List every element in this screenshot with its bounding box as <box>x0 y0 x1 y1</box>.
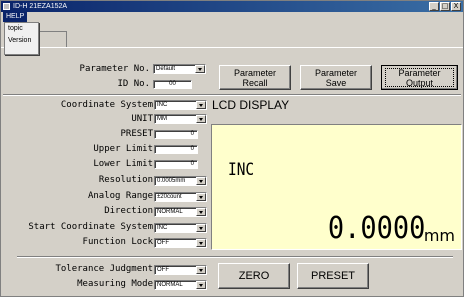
title-bar[interactable]: ID-H 21EZA152A _ □ X <box>1 1 463 12</box>
tolerance-judgment-label: Tolerance Judgment <box>55 264 153 274</box>
coordinate-system-value: INC <box>157 102 168 108</box>
lcd-unit-readout: mm <box>423 226 455 245</box>
app-icon <box>3 3 10 10</box>
tolerance-judgment-select[interactable]: OFF <box>154 265 207 275</box>
lower-limit-label: Lower Limit <box>93 159 153 169</box>
upper-limit-label: Upper Limit <box>93 144 153 154</box>
parameter-no-select[interactable]: Default <box>153 64 206 74</box>
upper-limit-field[interactable]: 0 <box>154 145 198 154</box>
help-dropdown-menu: topic Version <box>4 22 39 55</box>
direction-value: NORMAL <box>157 209 183 215</box>
parameter-recall-button[interactable]: Parameter Recall <box>219 65 291 90</box>
direction-label: Direction <box>104 206 153 216</box>
maximize-button[interactable]: □ <box>440 2 450 11</box>
tolerance-judgment-value: OFF <box>157 267 169 273</box>
lcd-display: INC 0.0000 mm <box>211 124 462 250</box>
menu-item-topic[interactable]: topic <box>5 23 38 35</box>
separator-top <box>3 94 461 96</box>
chevron-down-icon[interactable] <box>196 208 206 216</box>
direction-select[interactable]: NORMAL <box>154 207 207 217</box>
analog-range-select[interactable]: ±20count <box>154 192 207 202</box>
parameter-no-label: Parameter No. <box>79 64 150 74</box>
menu-item-version[interactable]: Version <box>5 35 38 47</box>
start-coordinate-system-value: INC <box>157 225 168 231</box>
unit-value: MM <box>157 116 167 122</box>
analog-range-label: Analog Range <box>87 191 153 201</box>
menu-help[interactable]: HELP <box>3 12 28 22</box>
lcd-value-readout: 0.0000 <box>327 211 425 246</box>
close-button[interactable]: X <box>451 2 461 11</box>
output-line1: Parameter <box>398 67 441 78</box>
chevron-down-icon[interactable] <box>196 239 206 247</box>
coordinate-system-label: Coordinate System <box>60 100 153 110</box>
window-controls: _ □ X <box>429 2 461 11</box>
save-line1: Parameter <box>314 67 358 78</box>
chevron-down-icon[interactable] <box>196 281 206 289</box>
lcd-display-title: LCD DISPLAY <box>212 98 290 112</box>
function-lock-label: Function Lock <box>82 237 153 247</box>
chevron-down-icon[interactable] <box>196 115 206 123</box>
zero-button[interactable]: ZERO <box>218 263 290 289</box>
window-title: ID-H 21EZA152A <box>13 3 68 10</box>
tab-header[interactable] <box>37 31 67 48</box>
resolution-label: Resolution <box>98 175 153 185</box>
lcd-mode-readout: INC <box>228 160 255 180</box>
resolution-select[interactable]: 0.0005mm <box>154 176 207 186</box>
tab-divider <box>1 47 463 48</box>
separator-bottom <box>17 256 453 258</box>
preset-label: PRESET <box>120 129 153 139</box>
measuring-mode-label: Measuring Mode <box>77 279 153 289</box>
start-coordinate-system-select[interactable]: INC <box>154 223 207 233</box>
parameter-output-button[interactable]: Parameter Output <box>381 65 458 90</box>
recall-line1: Parameter <box>233 67 277 78</box>
main-window: ID-H 21EZA152A _ □ X HELP topic Version … <box>0 0 464 297</box>
parameter-no-value: Default <box>156 66 176 72</box>
chevron-down-icon[interactable] <box>196 101 206 109</box>
measuring-mode-select[interactable]: NORMAL <box>154 280 207 290</box>
unit-label: UNIT <box>131 114 153 124</box>
analog-range-value: ±20count <box>157 194 182 200</box>
lower-limit-field[interactable]: 0 <box>154 160 198 169</box>
recall-line2: Recall <box>242 77 268 88</box>
chevron-down-icon[interactable] <box>196 224 206 232</box>
function-lock-value: OFF <box>157 240 169 246</box>
function-lock-select[interactable]: OFF <box>154 238 207 248</box>
output-line2: Output <box>405 77 434 88</box>
chevron-down-icon[interactable] <box>196 193 206 201</box>
minimize-button[interactable]: _ <box>429 2 439 11</box>
start-coordinate-system-label: Start Coordinate System <box>28 222 153 232</box>
measuring-mode-value: NORMAL <box>157 282 183 288</box>
unit-select[interactable]: MM <box>154 114 207 124</box>
coordinate-system-select[interactable]: INC <box>154 100 207 110</box>
menu-bar: HELP <box>1 12 463 22</box>
chevron-down-icon[interactable] <box>196 177 206 185</box>
preset-field[interactable]: 0 <box>154 130 198 139</box>
preset-button[interactable]: PRESET <box>297 263 369 289</box>
id-no-field[interactable]: 00 <box>153 80 192 89</box>
save-line2: Save <box>325 77 347 88</box>
resolution-value: 0.0005mm <box>157 178 186 184</box>
chevron-down-icon[interactable] <box>196 266 206 274</box>
chevron-down-icon[interactable] <box>195 65 205 73</box>
id-no-label: ID No. <box>117 79 150 89</box>
parameter-save-button[interactable]: Parameter Save <box>300 65 372 90</box>
